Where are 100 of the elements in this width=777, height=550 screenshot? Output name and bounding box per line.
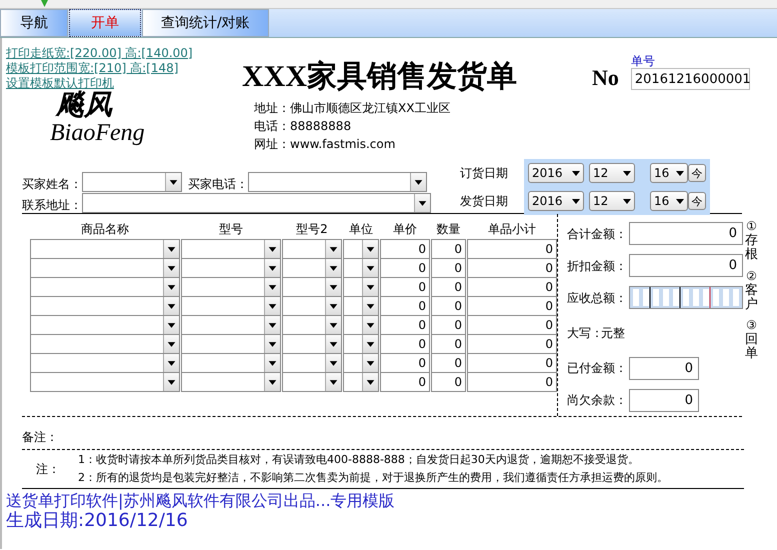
subtotal-field[interactable]: 0 — [467, 334, 557, 354]
year-select[interactable]: 2016 — [528, 163, 584, 183]
product-combo[interactable] — [30, 353, 180, 373]
buyer-name-combo[interactable] — [82, 172, 182, 192]
caret-icon — [163, 316, 179, 334]
copy-label: 回单 — [745, 333, 758, 362]
tab[interactable]: 导航 — [0, 9, 68, 37]
day-select[interactable]: 16 — [650, 163, 688, 183]
column-header: 单品小计 — [488, 221, 536, 238]
product-combo[interactable] — [30, 277, 180, 297]
buyer-phone-combo[interactable] — [248, 172, 427, 192]
unit-combo[interactable] — [343, 315, 379, 335]
model-combo[interactable] — [181, 334, 281, 354]
company-info: 电话：88888888 — [254, 118, 352, 134]
unit-combo[interactable] — [343, 334, 379, 354]
product-combo[interactable] — [30, 296, 180, 316]
print-setting-link[interactable]: 打印走纸宽:[220.00] 高:[140.00] — [6, 46, 193, 61]
amount-field[interactable]: 0 — [629, 356, 699, 380]
summary-label: 合计金额： — [567, 226, 627, 242]
print-setting-link[interactable]: 设置模板默认打印机 — [6, 76, 114, 91]
subtotal-field[interactable]: 0 — [467, 258, 557, 278]
order-number-label: 单号 — [630, 54, 655, 68]
unit-combo[interactable] — [343, 258, 379, 278]
month-select[interactable]: 12 — [589, 191, 635, 211]
subtotal-field[interactable]: 0 — [467, 277, 557, 297]
quantity-field[interactable]: 0 — [431, 372, 466, 392]
copy-number: ① — [746, 218, 757, 234]
product-combo[interactable] — [30, 334, 180, 354]
model-combo[interactable] — [181, 296, 281, 316]
quantity-field[interactable]: 0 — [431, 277, 466, 297]
model-combo[interactable] — [181, 258, 281, 278]
model-combo[interactable] — [181, 353, 281, 373]
print-setting-link[interactable]: 模板打印范围宽:[210] 高:[148] — [6, 61, 178, 76]
price-field[interactable]: 0 — [380, 315, 430, 335]
logo-text: 飚风 — [56, 91, 114, 121]
price-field[interactable]: 0 — [380, 258, 430, 278]
model-combo[interactable] — [181, 277, 281, 297]
model-combo[interactable] — [181, 239, 281, 259]
caret-icon — [264, 316, 280, 334]
day-select[interactable]: 16 — [650, 191, 688, 211]
price-field[interactable]: 0 — [380, 296, 430, 316]
column-header: 型号2 — [296, 221, 328, 238]
model-combo[interactable] — [181, 372, 281, 392]
caret-icon — [325, 335, 341, 353]
year-select[interactable]: 2016 — [528, 191, 584, 211]
address-combo[interactable] — [82, 193, 431, 213]
quantity-field[interactable]: 0 — [431, 296, 466, 316]
month-select[interactable]: 12 — [589, 163, 635, 183]
company-info: 地址：佛山市顺德区龙江镇XX工业区 — [254, 100, 450, 116]
note-text: 1：收货时请按本单所列货品类目核对，有误请致电400-8888-888；自发货日起30天内退货，逾期恕不接受退货。 — [78, 453, 639, 467]
subtotal-field[interactable]: 0 — [467, 315, 557, 335]
subtotal-field[interactable]: 0 — [467, 372, 557, 392]
caret-icon — [163, 354, 179, 372]
quantity-field[interactable]: 0 — [431, 334, 466, 354]
tab[interactable]: 开单 — [69, 9, 141, 37]
date-label: 发货日期 — [460, 192, 509, 210]
date-label: 订货日期 — [460, 164, 509, 182]
caret-icon — [623, 198, 631, 204]
generated-date: 生成日期:2016/12/16 — [6, 510, 188, 531]
amount-field[interactable]: 0 — [629, 254, 743, 278]
tab[interactable]: 查询统计/对账 — [142, 9, 269, 37]
today-button[interactable]: 今 — [688, 192, 706, 210]
unit-combo[interactable] — [343, 239, 379, 259]
product-combo[interactable] — [30, 258, 180, 278]
quantity-field[interactable]: 0 — [431, 239, 466, 259]
product-combo[interactable] — [30, 372, 180, 392]
summary-label: 大写： — [567, 324, 603, 341]
caret-icon — [362, 373, 378, 391]
number-prefix: No — [592, 66, 619, 90]
price-field[interactable]: 0 — [380, 239, 430, 259]
quantity-field[interactable]: 0 — [431, 258, 466, 278]
model-combo[interactable] — [181, 315, 281, 335]
caret-icon — [163, 335, 179, 353]
unit-combo[interactable] — [343, 372, 379, 392]
copy-number: ③ — [746, 317, 757, 333]
product-combo[interactable] — [30, 315, 180, 335]
quantity-field[interactable]: 0 — [431, 315, 466, 335]
caret-icon — [362, 278, 378, 296]
caret-icon — [163, 278, 179, 296]
price-field[interactable]: 0 — [380, 372, 430, 392]
column-header: 商品名称 — [81, 221, 129, 238]
amount-field[interactable]: 0 — [629, 388, 699, 412]
product-combo[interactable] — [30, 239, 180, 259]
quantity-field[interactable]: 0 — [431, 353, 466, 373]
price-field[interactable]: 0 — [380, 353, 430, 373]
price-field[interactable]: 0 — [380, 277, 430, 297]
subtotal-field[interactable]: 0 — [467, 296, 557, 316]
unit-combo[interactable] — [343, 277, 379, 297]
unit-combo[interactable] — [343, 296, 379, 316]
order-number-field[interactable]: 20161216000001 — [630, 68, 750, 90]
caret-icon — [362, 297, 378, 315]
today-button[interactable]: 今 — [688, 164, 706, 182]
amount-field[interactable]: 0 — [629, 222, 743, 246]
caret-icon — [325, 354, 341, 372]
subtotal-field[interactable]: 0 — [467, 353, 557, 373]
note-text: 2：所有的退货均是包装完好整洁，不影响第二次售卖为前提，对于退换所产生的费用，我们遵循责任方承担运费的原则。 — [78, 471, 668, 485]
price-field[interactable]: 0 — [380, 334, 430, 354]
subtotal-field[interactable]: 0 — [467, 239, 557, 259]
logo-text: BiaoFeng — [50, 121, 146, 145]
unit-combo[interactable] — [343, 353, 379, 373]
